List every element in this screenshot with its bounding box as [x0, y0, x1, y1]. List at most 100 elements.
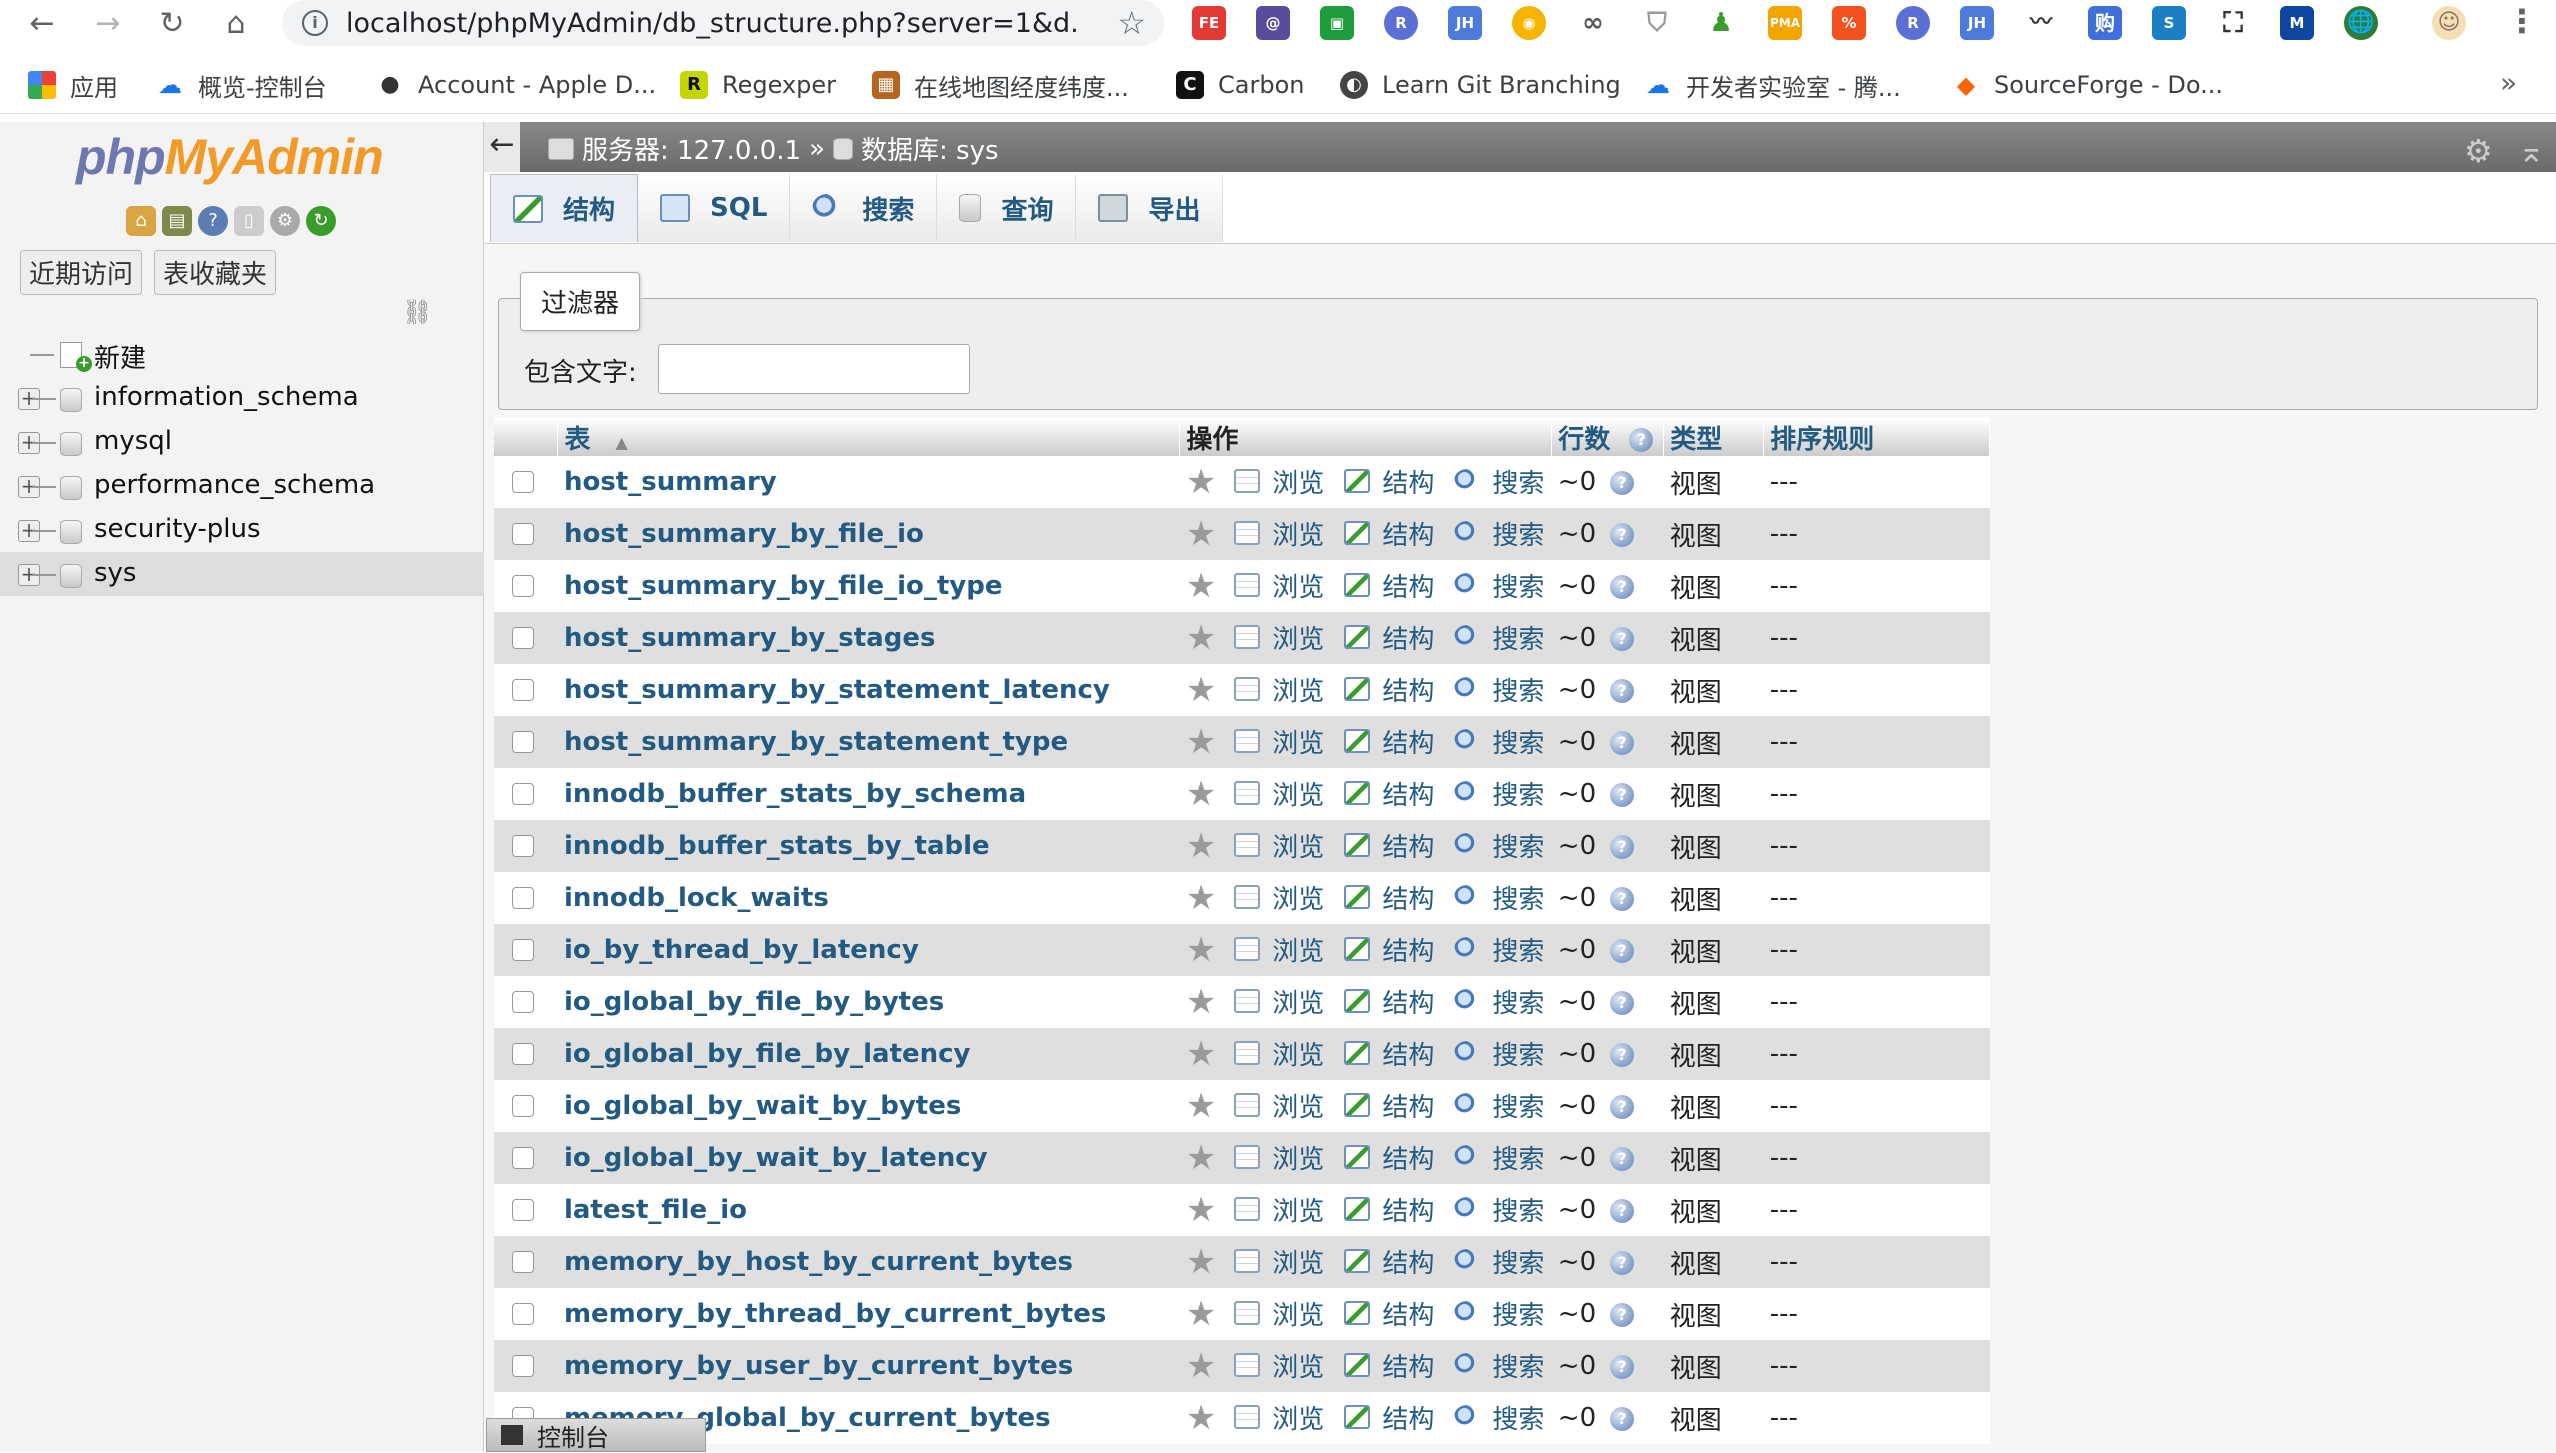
favorite-star-icon[interactable]: ★: [1186, 878, 1216, 918]
table-name-link[interactable]: host_summary_by_statement_latency: [564, 675, 1110, 705]
table-name-link[interactable]: host_summary_by_file_io: [564, 519, 924, 549]
table-name-link[interactable]: host_summary_by_statement_type: [564, 727, 1068, 757]
favorite-star-icon[interactable]: ★: [1186, 1242, 1216, 1282]
bookmark-tencent-lab[interactable]: ☁ 开发者实验室 - 腾...: [1644, 66, 1901, 104]
browse-action[interactable]: 浏览: [1234, 671, 1324, 708]
help-icon[interactable]: ?: [1610, 1354, 1635, 1379]
search-action[interactable]: 搜索: [1454, 463, 1544, 500]
row-checkbox[interactable]: [512, 731, 534, 753]
row-checkbox[interactable]: [512, 991, 534, 1013]
favorite-star-icon[interactable]: ★: [1186, 1294, 1216, 1334]
structure-action[interactable]: 结构: [1344, 879, 1434, 916]
structure-action[interactable]: 结构: [1344, 775, 1434, 812]
search-action[interactable]: 搜索: [1454, 515, 1544, 552]
structure-action[interactable]: 结构: [1344, 463, 1434, 500]
search-action[interactable]: 搜索: [1454, 567, 1544, 604]
row-checkbox[interactable]: [512, 679, 534, 701]
table-name-link[interactable]: io_global_by_file_by_latency: [564, 1039, 971, 1069]
browse-action[interactable]: 浏览: [1234, 931, 1324, 968]
console-toggle[interactable]: 控制台: [486, 1418, 706, 1452]
tab-sql[interactable]: SQL: [638, 174, 791, 242]
tab-query[interactable]: 查询: [937, 174, 1077, 242]
bookmark-console[interactable]: ☁ 概览-控制台: [156, 66, 327, 104]
browse-action[interactable]: 浏览: [1234, 723, 1324, 760]
search-action[interactable]: 搜索: [1454, 619, 1544, 656]
help-icon[interactable]: ?: [1610, 522, 1635, 547]
favorite-star-icon[interactable]: ★: [1186, 930, 1216, 970]
favorite-star-icon[interactable]: ★: [1186, 1086, 1216, 1126]
home-icon[interactable]: ⌂: [126, 206, 156, 236]
table-name-link[interactable]: io_global_by_wait_by_bytes: [564, 1091, 961, 1121]
structure-action[interactable]: 结构: [1344, 1087, 1434, 1124]
collapse-top-icon[interactable]: ⌅: [2518, 132, 2545, 170]
tree-item-new[interactable]: + 新建: [0, 332, 484, 376]
search-action[interactable]: 搜索: [1454, 1347, 1544, 1384]
structure-action[interactable]: 结构: [1344, 1399, 1434, 1436]
docs-icon[interactable]: ▯: [234, 206, 264, 236]
structure-action[interactable]: 结构: [1344, 1243, 1434, 1280]
search-action[interactable]: 搜索: [1454, 931, 1544, 968]
table-name-link[interactable]: latest_file_io: [564, 1195, 747, 1225]
bookmark-carbon[interactable]: C Carbon: [1176, 66, 1304, 104]
favorite-star-icon[interactable]: ★: [1186, 1398, 1216, 1438]
help-icon[interactable]: ?: [1610, 1302, 1635, 1327]
tree-item-information-schema[interactable]: + information_schema: [0, 376, 484, 420]
bookmark-regexper[interactable]: R Regexper: [680, 66, 836, 104]
search-action[interactable]: 搜索: [1454, 1243, 1544, 1280]
header-collation[interactable]: 排序规则: [1763, 418, 1990, 456]
row-checkbox[interactable]: [512, 627, 534, 649]
extension-figure-icon[interactable]: ♟: [1704, 6, 1738, 40]
url-text[interactable]: localhost/phpMyAdmin/db_structure.php?se…: [346, 8, 1076, 39]
search-action[interactable]: 搜索: [1454, 983, 1544, 1020]
search-action[interactable]: 搜索: [1454, 775, 1544, 812]
extension-r-icon[interactable]: R: [1384, 6, 1418, 40]
help-icon[interactable]: ?: [1610, 1042, 1635, 1067]
tree-item-sys[interactable]: + sys: [0, 552, 484, 596]
structure-action[interactable]: 结构: [1344, 1295, 1434, 1332]
help-icon[interactable]: ?: [1610, 574, 1635, 599]
settings-gear-icon[interactable]: ⚙: [2464, 132, 2493, 170]
browser-menu-icon[interactable]: ⋮: [2506, 2, 2538, 40]
extension-r2-icon[interactable]: R: [1896, 6, 1930, 40]
help-icon[interactable]: ?: [1610, 782, 1635, 807]
browse-action[interactable]: 浏览: [1234, 1191, 1324, 1228]
favorite-star-icon[interactable]: ★: [1186, 1190, 1216, 1230]
bookmark-git[interactable]: ◐ Learn Git Branching: [1340, 66, 1621, 104]
help-icon[interactable]: ?: [1610, 470, 1635, 495]
help-icon[interactable]: ?: [1610, 678, 1635, 703]
help-icon[interactable]: ?: [1610, 938, 1635, 963]
favorite-star-icon[interactable]: ★: [1186, 462, 1216, 502]
browse-action[interactable]: 浏览: [1234, 463, 1324, 500]
help-icon[interactable]: ?: [1610, 834, 1635, 859]
bookmark-sourceforge[interactable]: ◆ SourceForge - Do...: [1952, 66, 2223, 104]
help-icon[interactable]: ?: [1610, 1146, 1635, 1171]
table-name-link[interactable]: io_by_thread_by_latency: [564, 935, 919, 965]
extension-jh2-icon[interactable]: JH: [1960, 6, 1994, 40]
extension-chrome-icon[interactable]: ◉: [1512, 6, 1546, 40]
table-name-link[interactable]: io_global_by_file_by_bytes: [564, 987, 944, 1017]
row-checkbox[interactable]: [512, 1147, 534, 1169]
row-checkbox[interactable]: [512, 471, 534, 493]
row-checkbox[interactable]: [512, 1043, 534, 1065]
row-checkbox[interactable]: [512, 1095, 534, 1117]
extension-m-icon[interactable]: M: [2280, 6, 2314, 40]
structure-action[interactable]: 结构: [1344, 723, 1434, 760]
favorite-star-icon[interactable]: ★: [1186, 1034, 1216, 1074]
bookmark-apple[interactable]: ● Account - Apple D...: [376, 66, 656, 104]
extension-shield-icon[interactable]: ⛉: [1640, 6, 1674, 40]
browse-action[interactable]: 浏览: [1234, 1139, 1324, 1176]
tree-item-mysql[interactable]: + mysql: [0, 420, 484, 464]
structure-action[interactable]: 结构: [1344, 619, 1434, 656]
header-table[interactable]: 表 ▲: [557, 418, 1181, 456]
extension-jh-icon[interactable]: JH: [1448, 6, 1482, 40]
search-action[interactable]: 搜索: [1454, 1191, 1544, 1228]
header-type[interactable]: 类型: [1663, 418, 1765, 456]
tab-structure[interactable]: 结构: [490, 174, 639, 242]
browse-action[interactable]: 浏览: [1234, 827, 1324, 864]
table-name-link[interactable]: innodb_lock_waits: [564, 883, 829, 913]
reload-icon[interactable]: ↻: [152, 4, 192, 44]
help-icon[interactable]: ?: [1629, 428, 1654, 452]
browse-action[interactable]: 浏览: [1234, 1295, 1324, 1332]
browse-action[interactable]: 浏览: [1234, 983, 1324, 1020]
extension-square-icon[interactable]: ▣: [1320, 6, 1354, 40]
